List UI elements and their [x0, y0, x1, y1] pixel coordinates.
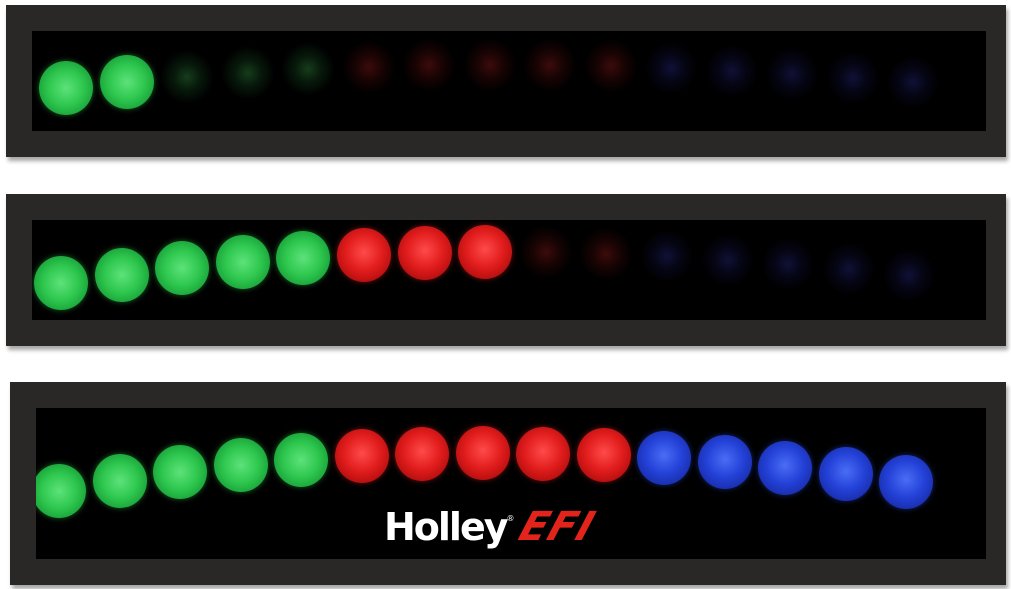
- shift-led-9: [516, 426, 570, 481]
- led-strip-3: Holley®EFI: [36, 408, 986, 559]
- shift-led-14: [825, 50, 880, 105]
- shift-led-7: [402, 38, 456, 93]
- shift-led-14: [818, 446, 873, 501]
- shift-led-12: [697, 435, 752, 490]
- shift-led-2: [94, 247, 149, 302]
- shift-light-panel-3: Holley®EFI: [10, 382, 1006, 585]
- shift-light-panel-2: [6, 194, 1006, 346]
- shift-led-13: [765, 46, 819, 101]
- shift-led-13: [758, 440, 812, 495]
- shift-led-12: [704, 43, 759, 98]
- shift-led-12: [700, 232, 755, 287]
- shift-led-2: [92, 453, 147, 508]
- shift-led-3: [155, 240, 210, 295]
- shift-led-4: [215, 235, 270, 290]
- shift-led-1: [36, 464, 86, 518]
- shift-led-9: [523, 38, 577, 93]
- shift-led-7: [395, 426, 449, 481]
- shift-led-4: [220, 45, 275, 100]
- shift-led-7: [397, 225, 452, 280]
- shift-led-5: [281, 42, 335, 97]
- shift-led-10: [583, 39, 638, 94]
- shift-led-15: [882, 248, 937, 303]
- shift-led-11: [640, 229, 694, 284]
- shift-led-5: [276, 230, 331, 285]
- shift-led-9: [518, 225, 573, 280]
- led-strip-2: [32, 220, 986, 320]
- shift-led-2: [99, 54, 154, 109]
- shift-led-6: [341, 39, 396, 94]
- shift-led-10: [576, 428, 631, 483]
- holley-efi-logo: Holley®EFI: [384, 504, 601, 559]
- shift-led-11: [644, 41, 698, 96]
- shift-light-panel-1: [6, 5, 1006, 157]
- shift-led-1: [39, 61, 93, 115]
- shift-led-10: [579, 226, 634, 281]
- logo-brand-text: Holley: [384, 505, 509, 549]
- shift-led-3: [153, 445, 207, 500]
- shift-led-13: [761, 236, 816, 291]
- shift-led-3: [160, 49, 214, 104]
- shift-led-8: [455, 426, 510, 480]
- led-strip-1: [32, 31, 986, 131]
- shift-led-6: [334, 429, 389, 484]
- shift-led-8: [458, 225, 513, 279]
- shift-led-5: [274, 432, 328, 487]
- shift-led-6: [337, 227, 391, 282]
- logo-reg-mark: ®: [506, 514, 515, 523]
- shift-led-14: [821, 242, 876, 297]
- shift-led-15: [886, 55, 940, 110]
- shift-led-8: [462, 38, 517, 92]
- shift-led-15: [879, 454, 933, 509]
- shift-led-11: [637, 431, 691, 486]
- shift-led-1: [34, 256, 88, 310]
- shift-led-4: [213, 438, 268, 493]
- logo-product-text: EFI: [513, 504, 601, 550]
